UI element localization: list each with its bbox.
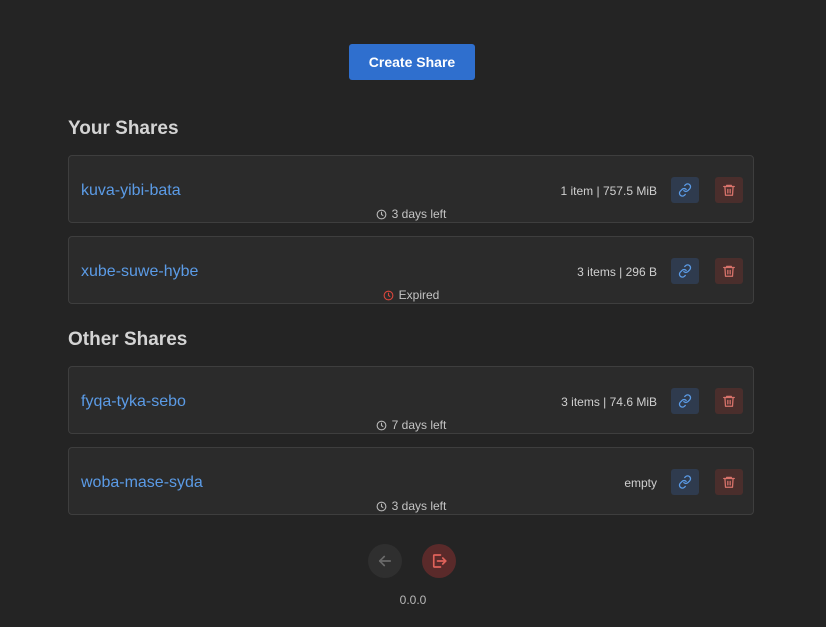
share-status: 3 days left bbox=[69, 207, 753, 221]
arrow-left-icon bbox=[378, 555, 392, 567]
create-share-button[interactable]: Create Share bbox=[349, 44, 475, 80]
share-meta: 1 item | 757.5 MiB bbox=[560, 184, 658, 198]
status-text: Expired bbox=[398, 288, 440, 302]
share-card: fyqa-tyka-sebo 3 items | 74.6 MiB 7 days… bbox=[68, 366, 754, 434]
back-button[interactable] bbox=[368, 544, 402, 578]
trash-icon bbox=[723, 265, 735, 277]
share-name-link[interactable]: fyqa-tyka-sebo bbox=[81, 393, 186, 411]
share-meta: 3 items | 296 B bbox=[577, 265, 657, 279]
status-text: 3 days left bbox=[391, 207, 447, 221]
status-text: 3 days left bbox=[391, 499, 447, 513]
share-status: 3 days left bbox=[69, 499, 753, 513]
trash-icon bbox=[723, 395, 735, 407]
share-status: Expired bbox=[69, 288, 753, 302]
share-status: 7 days left bbox=[69, 418, 753, 432]
copy-link-button[interactable] bbox=[671, 388, 699, 414]
delete-button[interactable] bbox=[715, 388, 743, 414]
your-shares-heading: Your Shares bbox=[68, 118, 179, 139]
share-name-link[interactable]: xube-suwe-hybe bbox=[81, 263, 198, 281]
share-card: woba-mase-syda empty 3 days left bbox=[68, 447, 754, 515]
status-text: 7 days left bbox=[391, 418, 447, 432]
delete-button[interactable] bbox=[715, 177, 743, 203]
logout-button[interactable] bbox=[422, 544, 456, 578]
delete-button[interactable] bbox=[715, 258, 743, 284]
copy-link-button[interactable] bbox=[671, 469, 699, 495]
share-card: kuva-yibi-bata 1 item | 757.5 MiB 3 days… bbox=[68, 155, 754, 223]
app-version: 0.0.0 bbox=[399, 593, 427, 607]
other-shares-heading: Other Shares bbox=[68, 329, 188, 350]
link-icon bbox=[678, 264, 692, 278]
expired-clock-icon bbox=[383, 290, 394, 300]
share-name-link[interactable]: woba-mase-syda bbox=[81, 474, 203, 492]
link-icon bbox=[678, 183, 692, 197]
link-icon bbox=[678, 475, 692, 489]
copy-link-button[interactable] bbox=[671, 177, 699, 203]
share-meta: 3 items | 74.6 MiB bbox=[561, 395, 657, 409]
share-name-link[interactable]: kuva-yibi-bata bbox=[81, 182, 181, 200]
clock-icon bbox=[376, 501, 387, 511]
clock-icon bbox=[376, 209, 387, 219]
share-meta: empty bbox=[624, 476, 657, 490]
share-card: xube-suwe-hybe 3 items | 296 B Expired bbox=[68, 236, 754, 304]
delete-button[interactable] bbox=[715, 469, 743, 495]
logout-icon bbox=[432, 554, 447, 568]
copy-link-button[interactable] bbox=[671, 258, 699, 284]
link-icon bbox=[678, 394, 692, 408]
trash-icon bbox=[723, 184, 735, 196]
clock-icon bbox=[376, 420, 387, 430]
trash-icon bbox=[723, 476, 735, 488]
